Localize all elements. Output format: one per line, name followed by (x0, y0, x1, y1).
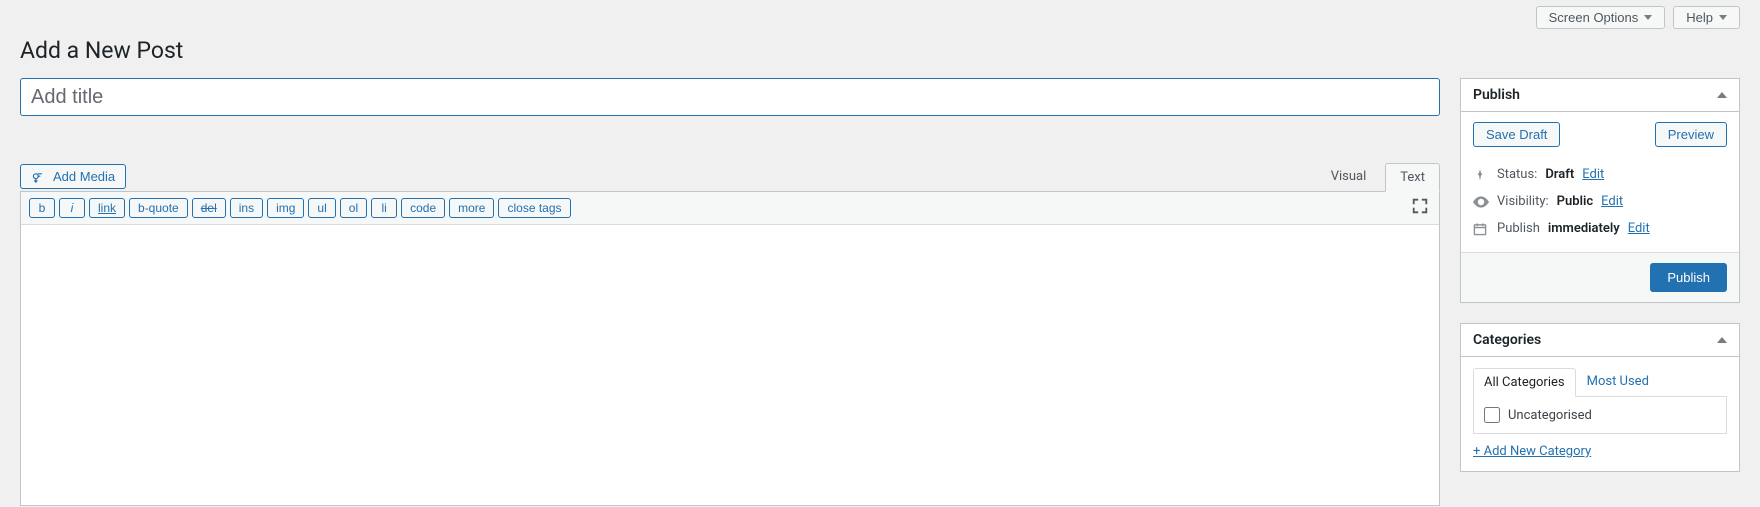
calendar-icon (1473, 222, 1489, 236)
media-icon (31, 170, 47, 184)
qt-close-tags-button[interactable]: close tags (498, 198, 570, 218)
add-media-button[interactable]: Add Media (20, 164, 126, 189)
add-new-category-link[interactable]: + Add New Category (1461, 444, 1739, 471)
schedule-label: Publish (1497, 221, 1540, 236)
preview-button[interactable]: Preview (1655, 122, 1727, 147)
visibility-value: Public (1557, 194, 1593, 209)
post-title-input[interactable] (20, 78, 1440, 116)
qt-ul-button[interactable]: ul (308, 198, 335, 218)
status-label: Status: (1497, 167, 1537, 182)
category-label: Uncategorised (1508, 408, 1592, 423)
qt-blockquote-button[interactable]: b-quote (129, 198, 188, 218)
schedule-value: immediately (1548, 221, 1620, 236)
pin-icon (1473, 168, 1489, 182)
content-textarea[interactable] (21, 225, 1439, 505)
edit-visibility-link[interactable]: Edit (1601, 194, 1623, 209)
qt-link-button[interactable]: link (89, 198, 125, 218)
category-checkbox[interactable] (1484, 407, 1500, 423)
tab-most-used[interactable]: Most Used (1576, 367, 1660, 396)
categories-box-title: Categories (1473, 332, 1541, 348)
add-media-label: Add Media (53, 169, 115, 184)
category-item[interactable]: Uncategorised (1484, 407, 1716, 423)
qt-code-button[interactable]: code (401, 198, 445, 218)
screen-options-button[interactable]: Screen Options (1536, 6, 1666, 29)
help-label: Help (1686, 10, 1713, 25)
chevron-down-icon (1719, 15, 1727, 20)
visibility-label: Visibility: (1497, 194, 1549, 209)
tab-visual[interactable]: Visual (1316, 162, 1382, 191)
qt-italic-button[interactable]: i (59, 198, 85, 218)
page-title: Add a New Post (0, 29, 1760, 78)
publish-box-title: Publish (1473, 87, 1520, 103)
qt-img-button[interactable]: img (267, 198, 304, 218)
quicktags-toolbar: b i link b-quote del ins img ul ol li co… (21, 192, 1439, 225)
save-draft-button[interactable]: Save Draft (1473, 122, 1560, 147)
edit-status-link[interactable]: Edit (1582, 167, 1604, 182)
edit-schedule-link[interactable]: Edit (1628, 221, 1650, 236)
qt-ol-button[interactable]: ol (340, 198, 367, 218)
categories-box: Categories All Categories Most Used Unca… (1460, 323, 1740, 472)
tab-all-categories[interactable]: All Categories (1473, 368, 1576, 397)
eye-icon (1473, 195, 1489, 209)
qt-del-button[interactable]: del (192, 198, 226, 218)
screen-options-label: Screen Options (1549, 10, 1639, 25)
qt-bold-button[interactable]: b (29, 198, 55, 218)
tab-text[interactable]: Text (1385, 163, 1440, 192)
publish-box: Publish Save Draft Preview Status: Draft… (1460, 78, 1740, 303)
fullscreen-icon[interactable] (1411, 197, 1429, 219)
qt-li-button[interactable]: li (371, 198, 397, 218)
chevron-down-icon (1644, 15, 1652, 20)
collapse-toggle-icon[interactable] (1717, 92, 1727, 98)
publish-button[interactable]: Publish (1650, 263, 1727, 292)
editor-container: b i link b-quote del ins img ul ol li co… (20, 191, 1440, 506)
collapse-toggle-icon[interactable] (1717, 337, 1727, 343)
help-button[interactable]: Help (1673, 6, 1740, 29)
status-value: Draft (1545, 167, 1574, 182)
qt-ins-button[interactable]: ins (230, 198, 263, 218)
qt-more-button[interactable]: more (449, 198, 494, 218)
